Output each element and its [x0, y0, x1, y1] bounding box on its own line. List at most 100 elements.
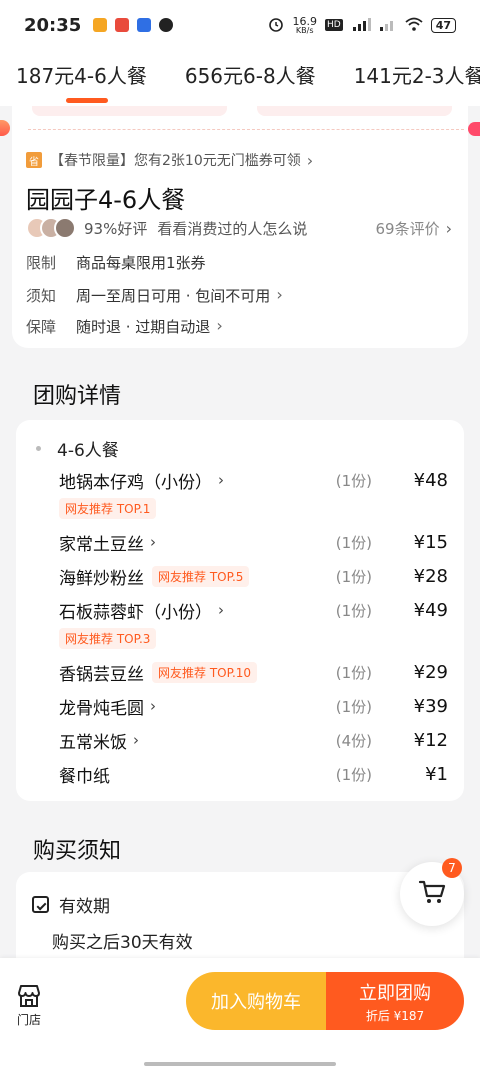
- cart-count-badge: 7: [442, 858, 462, 878]
- menu-item-name: 龙骨炖毛圆: [59, 698, 144, 719]
- menu-item[interactable]: 家常土豆丝 › (1份) ¥15: [59, 528, 448, 556]
- buy-now-button[interactable]: 立即团购 折后 ¥187: [326, 972, 464, 1030]
- menu-item-qty: (1份): [335, 471, 372, 490]
- rule-row-notice[interactable]: 须知 周一至周日可用 · 包间不可用 ›: [26, 285, 283, 306]
- chevron-right-icon: ›: [218, 601, 224, 619]
- net-speed-unit: KB/s: [295, 25, 314, 35]
- store-icon: [16, 984, 42, 1011]
- chevron-right-icon: ›: [218, 471, 224, 489]
- rule-value: 商品每桌限用1张券: [76, 254, 206, 272]
- tab-package-1[interactable]: 187元4-6人餐: [16, 60, 147, 103]
- app-notification-icon: [93, 18, 108, 32]
- buy-now-label: 立即团购: [359, 982, 431, 1004]
- rule-row-limit: 限制 商品每桌限用1张券: [26, 252, 206, 273]
- app-notification-icon: [137, 18, 152, 32]
- rating-prompt: 看看消费过的人怎么说: [157, 219, 308, 238]
- status-bar: 20:35 16.9 KB/s HD 47: [0, 0, 480, 50]
- menu-item-name: 香锅芸豆丝: [59, 664, 144, 685]
- menu-item: 餐巾纸 (1份) ¥1: [59, 760, 448, 788]
- validity-text: 购买之后30天有效: [52, 933, 193, 953]
- bullet-dot: [36, 446, 41, 451]
- menu-item-price: ¥28: [413, 565, 448, 587]
- recommend-tag: 网友推荐 TOP.10: [152, 661, 258, 683]
- menu-item-name: 家常土豆丝: [59, 534, 144, 555]
- rating-row[interactable]: 93%好评 看看消费过的人怎么说 69条评价 ›: [26, 217, 452, 239]
- rule-row-guarantee[interactable]: 保障 随时退 · 过期自动退 ›: [26, 316, 223, 337]
- app-notification-icon: [115, 18, 130, 32]
- rule-value: 周一至周日可用 · 包间不可用: [76, 287, 271, 305]
- status-time: 20:35: [24, 14, 82, 36]
- add-to-cart-button[interactable]: 加入购物车: [186, 972, 326, 1030]
- menu-item-name: 石板蒜蓉虾（小份）: [59, 602, 212, 623]
- recommend-tag: 网友推荐 TOP.5: [152, 565, 250, 587]
- coupon-text: 【春节限量】您有2张10元无门槛券可领: [50, 153, 301, 169]
- menu-item-name: 海鲜炒粉丝: [59, 568, 144, 589]
- menu-item-name: 餐巾纸: [59, 766, 110, 787]
- rating-percent: 93%好评: [84, 219, 148, 238]
- menu-item-qty: (1份): [335, 697, 372, 716]
- menu-item[interactable]: 龙骨炖毛圆 › (1份) ¥39: [59, 692, 448, 720]
- signal-g-icon: [379, 17, 397, 34]
- package-name: 4-6人餐: [57, 441, 119, 461]
- home-indicator[interactable]: [144, 1062, 336, 1066]
- notice-section-title: 购买须知: [33, 839, 122, 864]
- alarm-icon: [268, 16, 284, 35]
- menu-item[interactable]: 石板蒜蓉虾（小份） › (1份) ¥49: [59, 596, 448, 624]
- wifi-icon: [405, 17, 423, 34]
- tab-package-2[interactable]: 656元6-8人餐: [185, 60, 316, 97]
- menu-item-name: 地锅本仔鸡（小份）: [59, 472, 212, 493]
- notice-card: 有效期 购买之后30天有效: [16, 872, 464, 972]
- store-label: 门店: [16, 1013, 41, 1027]
- package-heading: 4-6人餐: [36, 436, 119, 461]
- status-indicators: 16.9 KB/s HD 47: [268, 16, 456, 35]
- coupon-icon: 省: [26, 152, 42, 168]
- buy-now-price: 折后 ¥187: [365, 1008, 425, 1023]
- recommend-tag: 网友推荐 TOP.3: [59, 628, 157, 649]
- coupon-row[interactable]: 省 【春节限量】您有2张10元无门槛券可领 ›: [26, 150, 313, 170]
- menu-item[interactable]: 香锅芸豆丝 网友推荐 TOP.10 (1份) ¥29: [59, 658, 448, 686]
- review-count: 69条评价: [375, 219, 440, 238]
- store-button[interactable]: 门店: [14, 984, 44, 1028]
- card-notch-right: [468, 122, 480, 136]
- recommend-tag: 网友推荐 TOP.1: [59, 498, 157, 519]
- avatar: [54, 217, 76, 239]
- rule-label: 须知: [26, 287, 57, 305]
- signal-5g-icon: [351, 17, 371, 34]
- chevron-right-icon: ›: [445, 218, 452, 238]
- chevron-right-icon: ›: [150, 533, 156, 551]
- status-app-icons: [93, 18, 174, 32]
- net-speed-value: 16.9: [292, 14, 317, 28]
- detail-section-title: 团购详情: [33, 384, 122, 409]
- menu-item[interactable]: 五常米饭 › (4份) ¥12: [59, 726, 448, 754]
- validity-heading: 有效期: [32, 892, 110, 917]
- ticket-divider: [28, 129, 464, 130]
- hd-icon: HD: [324, 19, 343, 31]
- validity-label: 有效期: [59, 897, 110, 917]
- shopping-cart-icon: [418, 879, 446, 909]
- menu-item-price: ¥12: [413, 729, 448, 751]
- card-notch-left: [0, 120, 10, 136]
- battery-level: 47: [435, 18, 451, 32]
- chevron-right-icon: ›: [306, 150, 314, 170]
- menu-item-qty: (1份): [335, 567, 372, 586]
- bottom-action-bar: 门店 加入购物车 立即团购 折后 ¥187: [0, 958, 480, 1067]
- menu-item-name: 五常米饭: [59, 732, 127, 753]
- detail-card: 4-6人餐 地锅本仔鸡（小份） › (1份) ¥48 网友推荐 TOP.1 家常…: [16, 420, 464, 801]
- calendar-check-icon: [32, 896, 49, 913]
- chevron-right-icon: ›: [133, 731, 139, 749]
- card-top-strip: [32, 106, 452, 116]
- rule-label: 限制: [26, 254, 57, 272]
- menu-item-qty: (1份): [335, 765, 372, 784]
- menu-item-price: ¥39: [413, 695, 448, 717]
- tab-package-3[interactable]: 141元2-3人餐: [354, 60, 480, 97]
- rule-value: 随时退 · 过期自动退: [76, 318, 211, 336]
- menu-item-price: ¥49: [413, 599, 448, 621]
- rule-label: 保障: [26, 318, 57, 336]
- menu-item[interactable]: 海鲜炒粉丝 网友推荐 TOP.5 (1份) ¥28: [59, 562, 448, 590]
- menu-item[interactable]: 地锅本仔鸡（小份） › (1份) ¥48: [59, 466, 448, 494]
- cart-button[interactable]: 7: [400, 858, 464, 926]
- qq-icon: [159, 18, 174, 32]
- menu-item-qty: (1份): [335, 663, 372, 682]
- menu-item-qty: (1份): [335, 533, 372, 552]
- chevron-right-icon: ›: [150, 697, 156, 715]
